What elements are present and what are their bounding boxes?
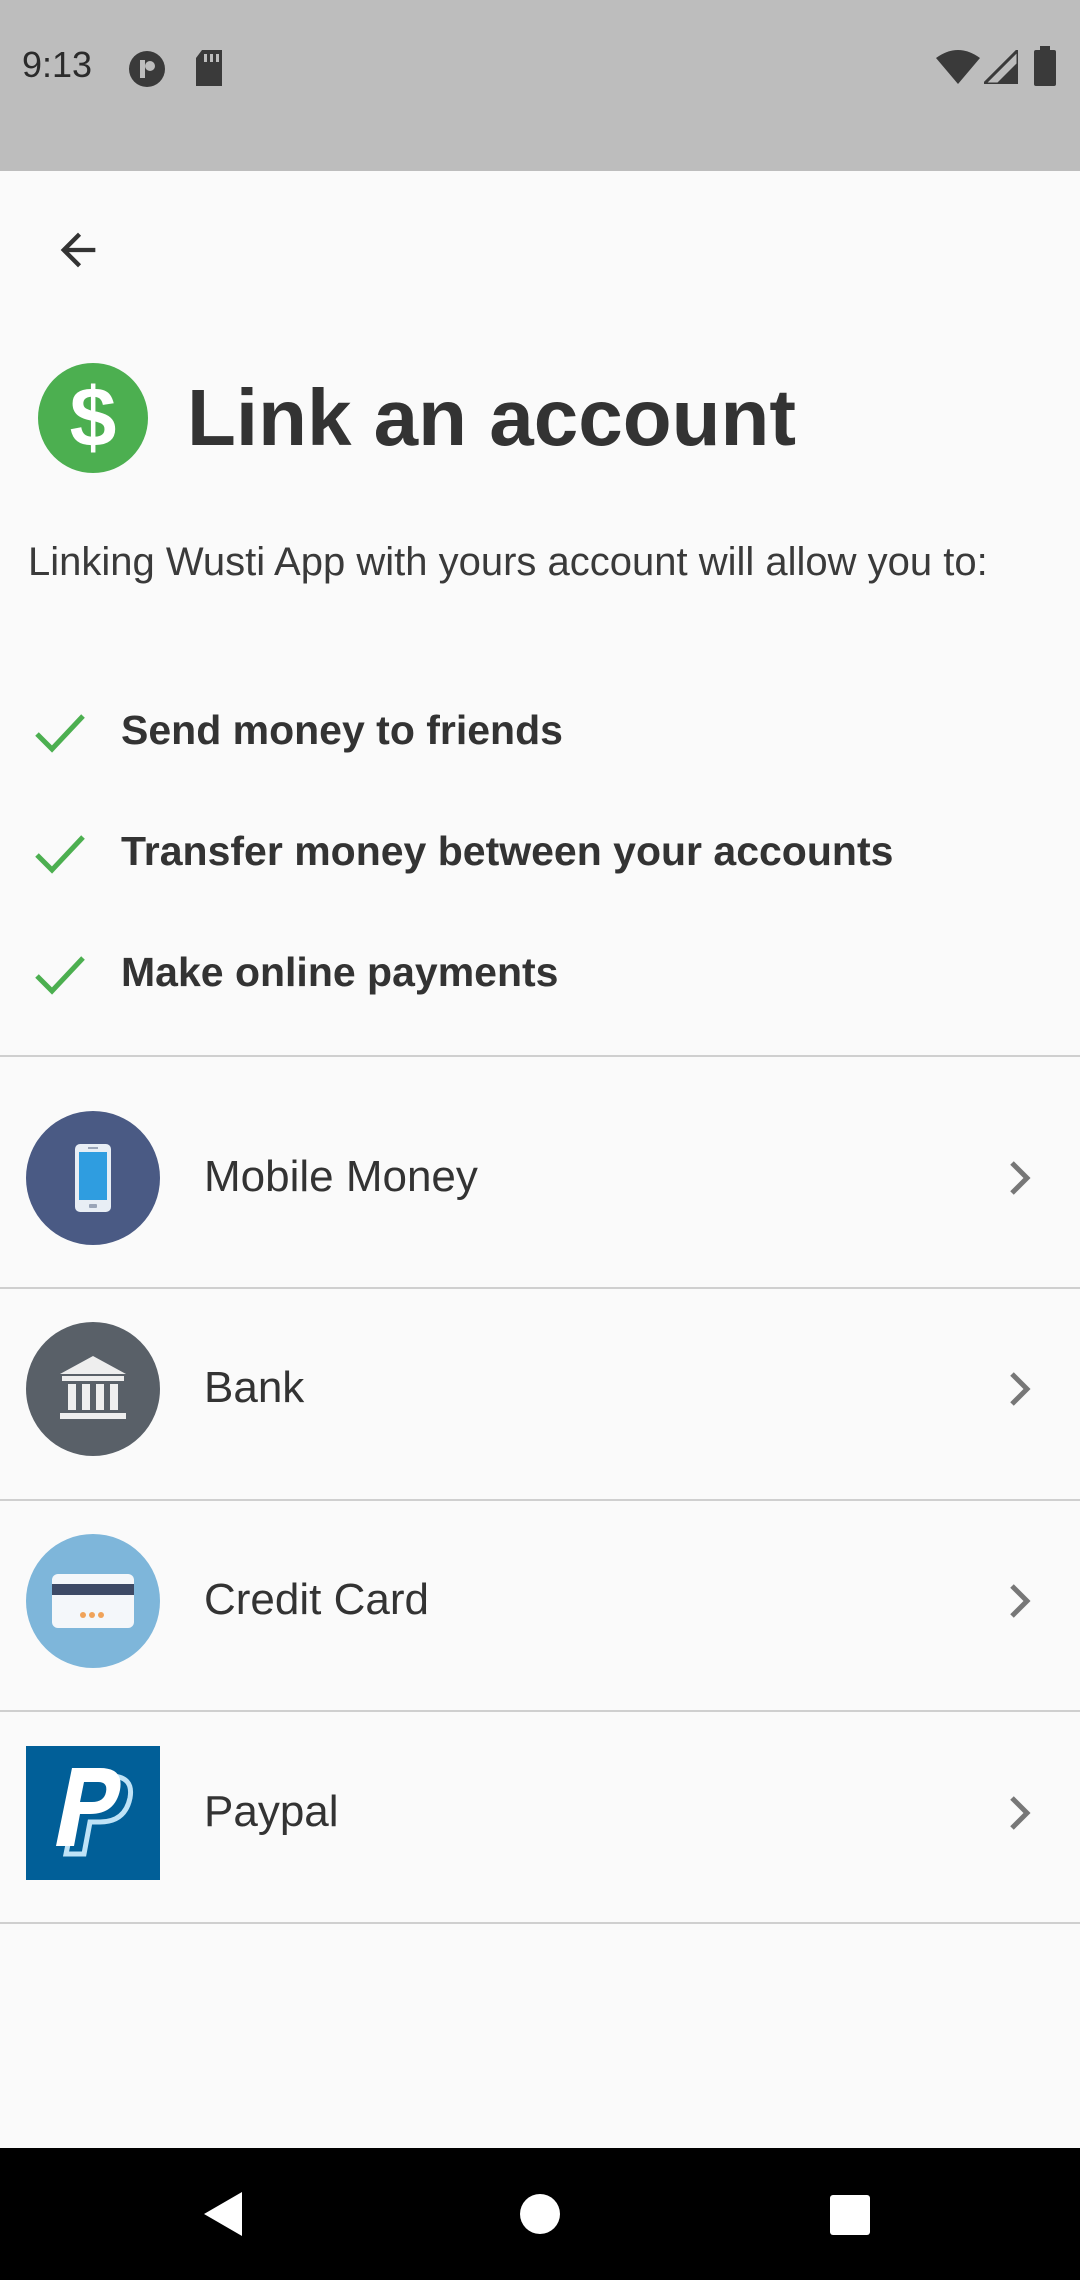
nav-recents-icon[interactable] bbox=[829, 2194, 871, 2236]
system-nav-bar bbox=[0, 2148, 1080, 2280]
chevron-right-icon bbox=[1010, 1584, 1031, 1618]
benefit-label: Make online payments bbox=[121, 949, 559, 995]
option-label: Mobile Money bbox=[204, 1152, 478, 1201]
chevron-right-icon bbox=[1010, 1161, 1031, 1195]
benefit-label: Transfer money between your accounts bbox=[121, 828, 894, 874]
nav-home-icon[interactable] bbox=[519, 2193, 561, 2235]
benefit-label: Send money to friends bbox=[121, 707, 563, 753]
benefit-item: Transfer money between your accounts bbox=[0, 811, 1080, 891]
check-icon bbox=[35, 714, 85, 753]
credit-card-icon bbox=[26, 1534, 160, 1668]
battery-icon bbox=[1034, 46, 1056, 86]
dollar-icon: $ bbox=[38, 363, 148, 473]
arrow-back-icon bbox=[60, 232, 96, 268]
check-icon bbox=[35, 956, 85, 995]
option-paypal[interactable]: Paypal bbox=[0, 1692, 1080, 1903]
wifi-icon bbox=[936, 50, 980, 84]
option-label: Credit Card bbox=[204, 1575, 429, 1624]
option-label: Bank bbox=[204, 1363, 305, 1412]
paypal-logo-icon bbox=[26, 1746, 160, 1880]
back-button[interactable] bbox=[40, 212, 116, 288]
option-mobile-money[interactable]: Mobile Money bbox=[0, 1057, 1080, 1268]
status-bar: 9:13 bbox=[0, 0, 1080, 171]
svg-text:$: $ bbox=[70, 370, 117, 464]
page-title: Link an account bbox=[187, 373, 796, 462]
chevron-right-icon bbox=[1010, 1796, 1031, 1830]
option-label: Paypal bbox=[204, 1787, 339, 1836]
cell-signal-icon bbox=[984, 50, 1018, 84]
chevron-right-icon bbox=[1010, 1372, 1031, 1406]
divider bbox=[0, 1922, 1080, 1924]
intro-text: Linking Wusti App with yours account wil… bbox=[28, 540, 988, 584]
benefit-item: Send money to friends bbox=[0, 690, 1080, 770]
option-bank[interactable]: Bank bbox=[0, 1268, 1080, 1479]
bank-icon bbox=[26, 1322, 160, 1456]
check-icon bbox=[35, 835, 85, 874]
notification-app-icon bbox=[129, 51, 165, 87]
sd-card-icon bbox=[196, 50, 222, 86]
benefit-item: Make online payments bbox=[0, 932, 1080, 1012]
nav-back-icon[interactable] bbox=[202, 2190, 246, 2238]
status-time: 9:13 bbox=[22, 44, 93, 85]
option-credit-card[interactable]: Credit Card bbox=[0, 1480, 1080, 1691]
mobile-phone-icon bbox=[26, 1111, 160, 1245]
